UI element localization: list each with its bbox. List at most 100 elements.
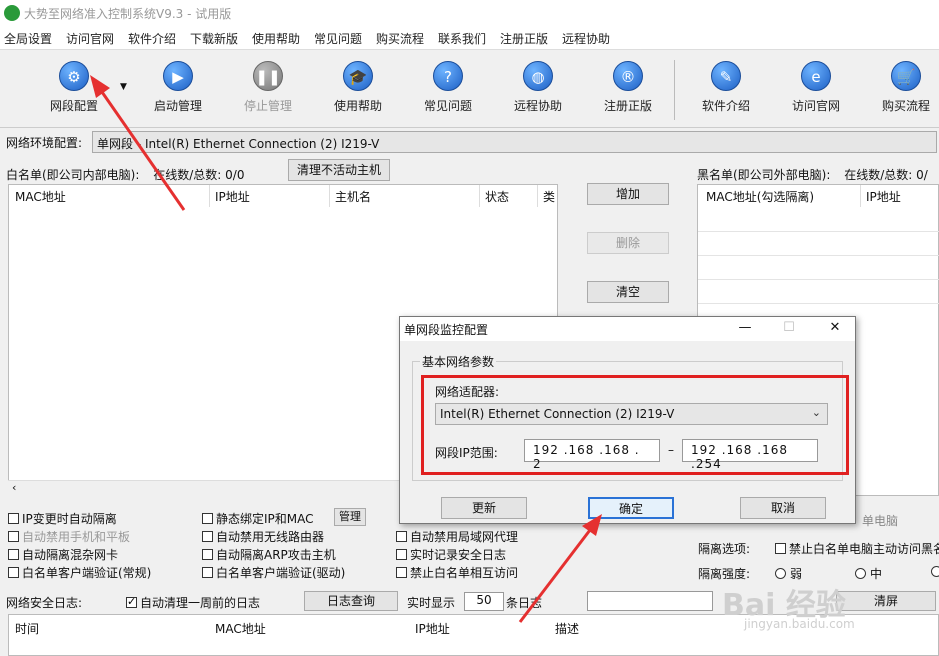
- remote-assist-button[interactable]: ◍ 远程协助: [498, 61, 578, 121]
- checkbox-auto-clear-log[interactable]: 自动清理一周前的日志: [126, 594, 260, 611]
- radio-strength-mid[interactable]: 中: [855, 565, 882, 582]
- radio-strength-high[interactable]: [931, 565, 939, 579]
- checkbox-disable-wireless-router[interactable]: 自动禁用无线路由器: [202, 528, 324, 545]
- checkbox-forbid-whitelist-access[interactable]: 禁止白名单电脑主动访问黑名: [775, 540, 939, 557]
- visit-site-button[interactable]: e 访问官网: [776, 61, 856, 121]
- clear-button[interactable]: 清空: [587, 281, 669, 303]
- dropdown-arrow-icon[interactable]: ▼: [120, 82, 127, 92]
- manage-button[interactable]: 管理: [334, 508, 366, 526]
- column-header-ip[interactable]: IP地址: [866, 188, 901, 205]
- menu-global-settings[interactable]: 全局设置: [4, 30, 52, 47]
- column-header-mac-isolate[interactable]: MAC地址(勾选隔离): [706, 188, 814, 205]
- ip-start-input[interactable]: 192 .168 .168 . 2: [524, 439, 660, 471]
- clear-screen-button[interactable]: 清屏: [836, 591, 936, 611]
- minimize-icon[interactable]: —: [730, 320, 760, 335]
- close-icon[interactable]: ✕: [820, 320, 850, 335]
- checkbox-realtime-log[interactable]: 实时记录安全日志: [396, 546, 506, 563]
- menu-help[interactable]: 使用帮助: [252, 30, 300, 47]
- menu-remote[interactable]: 远程协助: [562, 30, 610, 47]
- stop-management-button[interactable]: ❚❚ 停止管理: [228, 61, 308, 121]
- column-header-ip[interactable]: IP地址: [215, 188, 250, 205]
- column-divider[interactable]: [537, 185, 538, 207]
- segment-monitor-dialog: 单网段监控配置 — ☐ ✕ 基本网络参数 网络适配器: Intel(R) Eth…: [399, 316, 856, 524]
- column-divider[interactable]: [329, 185, 330, 207]
- grid-line: [698, 255, 939, 256]
- title-bar: 大势至网络准入控制系统V9.3 - 试用版: [0, 0, 939, 26]
- menu-faq[interactable]: 常见问题: [314, 30, 362, 47]
- checkbox-client-verify-normal[interactable]: 白名单客户端验证(常规): [8, 564, 151, 581]
- whitelist-online-count: 0/0: [225, 168, 245, 182]
- basic-params-label: 基本网络参数: [420, 353, 497, 370]
- checkbox-ip-change-isolate[interactable]: IP变更时自动隔离: [8, 510, 117, 527]
- watermark-url: jingyan.baidu.com: [744, 617, 855, 631]
- clear-inactive-hosts-button[interactable]: 清理不活动主机: [288, 159, 390, 181]
- column-header-mac[interactable]: MAC地址: [215, 620, 266, 637]
- ip-range-label: 网段IP范围:: [435, 446, 498, 460]
- log-search-input[interactable]: [587, 591, 713, 611]
- menu-contact[interactable]: 联系我们: [438, 30, 486, 47]
- ip-end-input[interactable]: 192 .168 .168 .254: [682, 439, 818, 471]
- column-header-hostname[interactable]: 主机名: [335, 188, 371, 205]
- purchase-button[interactable]: 🛒 购买流程: [866, 61, 939, 121]
- grid-line: [698, 303, 939, 304]
- delete-button[interactable]: 删除: [587, 232, 669, 254]
- column-header-type[interactable]: 类: [543, 188, 555, 205]
- menu-register[interactable]: 注册正版: [500, 30, 548, 47]
- usage-help-button[interactable]: 🎓 使用帮助: [318, 61, 398, 121]
- faq-button[interactable]: ? 常见问题: [408, 61, 488, 121]
- whitelist-header: 白名单(即公司内部电脑): 在线数/总数: 0/0: [6, 166, 244, 183]
- ok-button[interactable]: 确定: [588, 497, 674, 519]
- question-icon: ?: [433, 61, 463, 91]
- column-header-time[interactable]: 时间: [15, 620, 39, 637]
- column-divider[interactable]: [209, 185, 210, 207]
- menu-download[interactable]: 下载新版: [190, 30, 238, 47]
- browser-icon: e: [801, 61, 831, 91]
- adapter-select[interactable]: Intel(R) Ethernet Connection (2) I219-V …: [435, 403, 828, 425]
- maximize-icon[interactable]: ☐: [774, 320, 804, 335]
- pencil-icon: ✎: [711, 61, 741, 91]
- column-header-ip[interactable]: IP地址: [415, 620, 450, 637]
- menu-visit-site[interactable]: 访问官网: [66, 30, 114, 47]
- network-config-select[interactable]: 单网段 - Intel(R) Ethernet Connection (2) I…: [92, 131, 937, 153]
- toolbar-separator: [674, 60, 675, 120]
- log-count-input[interactable]: 50: [464, 592, 504, 611]
- column-header-mac[interactable]: MAC地址: [15, 188, 66, 205]
- scroll-left-icon[interactable]: ‹: [12, 481, 16, 494]
- grid-line: [698, 279, 939, 280]
- toolbar: ⚙ 网段配置 ▼ ▶ 启动管理 ❚❚ 停止管理 🎓 使用帮助 ? 常见问题 ◍ …: [0, 52, 939, 128]
- software-intro-button[interactable]: ✎ 软件介绍: [686, 61, 766, 121]
- window-title: 大势至网络准入控制系统V9.3 - 试用版: [24, 7, 232, 21]
- column-divider[interactable]: [860, 185, 861, 207]
- checkbox-disable-lan-proxy[interactable]: 自动禁用局域网代理: [396, 528, 518, 545]
- checkbox-disable-mobile[interactable]: 自动禁用手机和平板: [8, 528, 130, 545]
- add-button[interactable]: 增加: [587, 183, 669, 205]
- grid-line: [698, 231, 939, 232]
- isolation-options-label: 隔离选项:: [698, 542, 751, 556]
- menu-purchase[interactable]: 购买流程: [376, 30, 424, 47]
- menu-software-intro[interactable]: 软件介绍: [128, 30, 176, 47]
- partial-option-label: 单电脑: [862, 514, 899, 528]
- checkbox-static-bind[interactable]: 静态绑定IP和MAC: [202, 510, 314, 527]
- chevron-down-icon: ⌄: [811, 406, 821, 419]
- log-query-button[interactable]: 日志查询: [304, 591, 398, 611]
- column-divider[interactable]: [479, 185, 480, 207]
- cancel-button[interactable]: 取消: [740, 497, 826, 519]
- checkbox-whitelist-no-mutual[interactable]: 禁止白名单相互访问: [396, 564, 518, 581]
- checkbox-client-verify-driver[interactable]: 白名单客户端验证(驱动): [202, 564, 345, 581]
- checkbox-isolate-promiscuous[interactable]: 自动隔离混杂网卡: [8, 546, 118, 563]
- cart-icon: 🛒: [891, 61, 921, 91]
- blacklist-online-label: 在线数/总数:: [844, 168, 913, 182]
- security-log-label: 网络安全日志:: [6, 596, 83, 610]
- register-button[interactable]: ® 注册正版: [588, 61, 668, 121]
- refresh-button[interactable]: 更新: [441, 497, 527, 519]
- start-management-button[interactable]: ▶ 启动管理: [138, 61, 218, 121]
- column-header-status[interactable]: 状态: [485, 188, 509, 205]
- checkbox-isolate-arp[interactable]: 自动隔离ARP攻击主机: [202, 546, 336, 563]
- segment-config-button[interactable]: ⚙ 网段配置: [34, 61, 114, 121]
- globe-icon: ◍: [523, 61, 553, 91]
- graduation-cap-icon: 🎓: [343, 61, 373, 91]
- network-config-label: 网络环境配置:: [6, 136, 83, 150]
- blacklist-title: 黑名单(即公司外部电脑):: [697, 168, 831, 182]
- column-header-description[interactable]: 描述: [555, 620, 579, 637]
- blacklist-header: 黑名单(即公司外部电脑): 在线数/总数: 0/: [697, 166, 928, 183]
